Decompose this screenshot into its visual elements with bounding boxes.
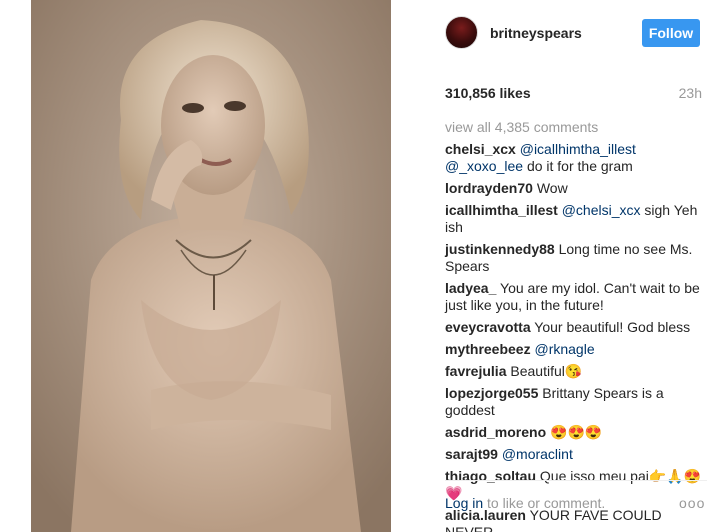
comment-text: Your beautiful! God bless bbox=[534, 319, 691, 335]
comment-text: Beautiful😘 bbox=[510, 363, 583, 379]
comment-mention[interactable]: @moraclint bbox=[502, 446, 573, 462]
comment: lopezjorge055 Brittany Spears is a godde… bbox=[445, 385, 707, 419]
divider bbox=[445, 480, 707, 481]
comment-mention[interactable]: @rknagle bbox=[534, 341, 594, 357]
more-options-icon[interactable]: ooo bbox=[679, 495, 705, 511]
follow-button[interactable]: Follow bbox=[642, 19, 700, 47]
comment-username[interactable]: lordrayden70 bbox=[445, 180, 533, 196]
post-time[interactable]: 23h bbox=[679, 85, 702, 101]
comment-username[interactable]: favrejulia bbox=[445, 363, 506, 379]
post-photo-illustration bbox=[31, 0, 391, 532]
post-header: britneyspears Follow bbox=[429, 13, 720, 53]
login-prompt-text: to like or comment. bbox=[487, 495, 606, 511]
comment: asdrid_moreno 😍😍😍 bbox=[445, 424, 707, 441]
comment-username[interactable]: ladyea_ bbox=[445, 280, 496, 296]
comment-username[interactable]: mythreebeez bbox=[445, 341, 531, 357]
comment-username[interactable]: sarajt99 bbox=[445, 446, 498, 462]
comment: ladyea_ You are my idol. Can't wait to b… bbox=[445, 280, 707, 314]
likes-count[interactable]: 310,856 likes bbox=[445, 85, 531, 101]
comment-username[interactable]: lopezjorge055 bbox=[445, 385, 538, 401]
comment-text: Wow bbox=[536, 180, 568, 196]
comment: chelsi_xcx @icallhimtha_illest @_xoxo_le… bbox=[445, 141, 707, 175]
view-all-comments-link[interactable]: view all 4,385 comments bbox=[445, 119, 598, 135]
comment-mention[interactable]: @chelsi_xcx bbox=[562, 202, 641, 218]
login-prompt: Log in to like or comment. bbox=[445, 495, 605, 511]
post-panel: britneyspears Follow 310,856 likes 23h v… bbox=[429, 0, 720, 532]
comment-username[interactable]: asdrid_moreno bbox=[445, 424, 546, 440]
comment: mythreebeez @rknagle bbox=[445, 341, 707, 358]
comment: icallhimtha_illest @chelsi_xcx sigh Yeh … bbox=[445, 202, 707, 236]
comment-username[interactable]: thiago_soltau bbox=[445, 468, 536, 484]
comment-username[interactable]: justinkennedy88 bbox=[445, 241, 555, 257]
login-link[interactable]: Log in bbox=[445, 495, 483, 511]
comment: sarajt99 @moraclint bbox=[445, 446, 707, 463]
post-photo[interactable] bbox=[31, 0, 391, 532]
avatar[interactable] bbox=[445, 16, 478, 49]
comment-username[interactable]: eveycravotta bbox=[445, 319, 531, 335]
comment-username[interactable]: chelsi_xcx bbox=[445, 141, 516, 157]
comment-list: chelsi_xcx @icallhimtha_illest @_xoxo_le… bbox=[445, 141, 707, 532]
username[interactable]: britneyspears bbox=[490, 25, 582, 41]
comment-text: 😍😍😍 bbox=[550, 424, 603, 440]
comment: eveycravotta Your beautiful! God bless bbox=[445, 319, 707, 336]
comment-username[interactable]: icallhimtha_illest bbox=[445, 202, 558, 218]
comment: lordrayden70 Wow bbox=[445, 180, 707, 197]
comment: justinkennedy88 Long time no see Ms. Spe… bbox=[445, 241, 707, 275]
comment-text: do it for the gram bbox=[526, 158, 633, 174]
comment: favrejulia Beautiful😘 bbox=[445, 363, 707, 380]
